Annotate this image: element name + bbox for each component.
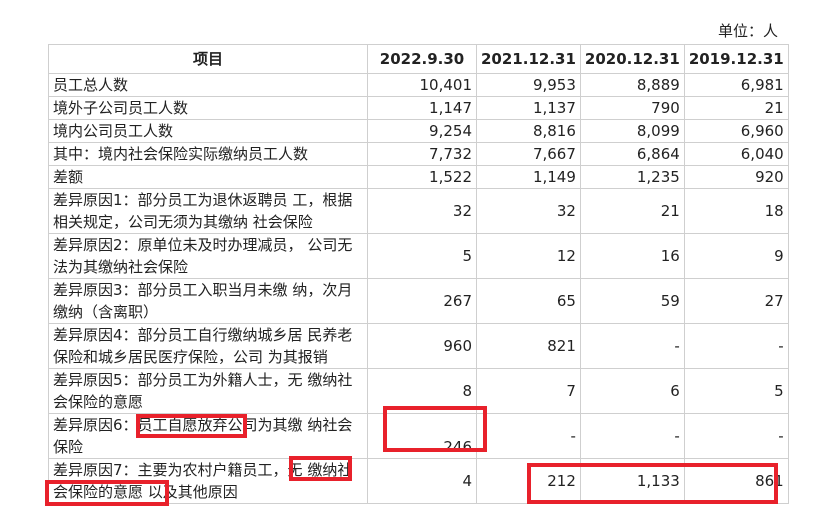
header-row: 项目 2022.9.30 2021.12.31 2020.12.31 2019.…: [48, 44, 789, 74]
highlight-box-reason7-values: [527, 463, 778, 504]
row-label: 境内公司员工人数: [48, 119, 368, 143]
table-row: 差异原因4：部分员工自行缴纳城乡居 民养老保险和城乡居民医疗保险，公司 为其报销…: [48, 323, 789, 369]
row-label: 差额: [48, 165, 368, 189]
cell-value: 1,147: [367, 96, 477, 120]
table-row: 差异原因3：部分员工入职当月未缴 纳，次月缴纳（含离职） 267 65 59 27: [48, 278, 789, 324]
row-label: 其中：境内社会保险实际缴纳员工人数: [48, 142, 368, 166]
cell-value: 8,816: [476, 119, 581, 143]
table-row: 境内公司员工人数 9,254 8,816 8,099 6,960: [48, 119, 789, 143]
highlight-box-246: [383, 406, 487, 452]
row-label: 差异原因4：部分员工自行缴纳城乡居 民养老保险和城乡居民医疗保险，公司 为其报销: [48, 323, 368, 369]
cell-value: 267: [367, 278, 477, 324]
table-row: 员工总人数 10,401 9,953 8,889 6,981: [48, 73, 789, 97]
cell-value: 65: [476, 278, 581, 324]
table-row: 差异原因2：原单位未及时办理减员， 公司无法为其缴纳社会保险 5 12 16 9: [48, 233, 789, 279]
cell-value: 7,732: [367, 142, 477, 166]
cell-value: 7,667: [476, 142, 581, 166]
row-label: 员工总人数: [48, 73, 368, 97]
cell-value: 6,960: [683, 119, 789, 143]
cell-value: 1,235: [579, 165, 685, 189]
cell-value: 8,099: [579, 119, 685, 143]
highlight-box-voluntary: [136, 414, 247, 438]
cell-value: 821: [476, 323, 581, 369]
cell-value: 10,401: [367, 73, 477, 97]
cell-value: 790: [579, 96, 685, 120]
cell-value: 6,864: [579, 142, 685, 166]
cell-value: 21: [683, 96, 789, 120]
header-2021: 2021.12.31: [476, 44, 581, 74]
cell-value: 16: [579, 233, 685, 279]
row-label: 差异原因5：部分员工为外籍人士，无 缴纳社会保险的意愿: [48, 368, 368, 414]
cell-value: 59: [579, 278, 685, 324]
table-row: 境外子公司员工人数 1,147 1,137 790 21: [48, 96, 789, 120]
cell-value: 1,149: [476, 165, 581, 189]
header-2022: 2022.9.30: [367, 44, 477, 74]
row-label: 差异原因2：原单位未及时办理减员， 公司无法为其缴纳社会保险: [48, 233, 368, 279]
row-label: 差异原因1：部分员工为退休返聘员 工，根据相关规定，公司无须为其缴纳 社会保险: [48, 188, 368, 234]
header-item: 项目: [48, 44, 368, 74]
cell-value: 12: [476, 233, 581, 279]
cell-value: 920: [683, 165, 789, 189]
cell-value: -: [683, 413, 789, 459]
cell-value: 7: [476, 368, 581, 414]
cell-value: 4: [367, 458, 477, 504]
cell-value: -: [476, 413, 581, 459]
row-label: 境外子公司员工人数: [48, 96, 368, 120]
cell-value: 18: [683, 188, 789, 234]
cell-value: -: [683, 323, 789, 369]
cell-value: 9,254: [367, 119, 477, 143]
unit-label: 单位：人: [717, 22, 778, 40]
cell-value: 5: [683, 368, 789, 414]
row-label: 差异原因3：部分员工入职当月未缴 纳，次月缴纳（含离职）: [48, 278, 368, 324]
cell-value: 32: [476, 188, 581, 234]
cell-value: -: [579, 323, 685, 369]
cell-value: 32: [367, 188, 477, 234]
table-row: 差额 1,522 1,149 1,235 920: [48, 165, 789, 189]
cell-value: 6,981: [683, 73, 789, 97]
highlight-box-no-pay: [289, 456, 352, 481]
cell-value: 1,137: [476, 96, 581, 120]
cell-value: 5: [367, 233, 477, 279]
cell-value: 8,889: [579, 73, 685, 97]
header-2020: 2020.12.31: [579, 44, 685, 74]
cell-value: 21: [579, 188, 685, 234]
cell-value: 27: [683, 278, 789, 324]
cell-value: 960: [367, 323, 477, 369]
table-row: 其中：境内社会保险实际缴纳员工人数 7,732 7,667 6,864 6,040: [48, 142, 789, 166]
cell-value: 1,522: [367, 165, 477, 189]
cell-value: 6: [579, 368, 685, 414]
cell-value: 6,040: [683, 142, 789, 166]
header-2019: 2019.12.31: [683, 44, 789, 74]
cell-value: 9,953: [476, 73, 581, 97]
cell-value: 9: [683, 233, 789, 279]
highlight-box-willingness: [45, 480, 169, 506]
table-row: 差异原因1：部分员工为退休返聘员 工，根据相关规定，公司无须为其缴纳 社会保险 3…: [48, 188, 789, 234]
cell-value: -: [579, 413, 685, 459]
